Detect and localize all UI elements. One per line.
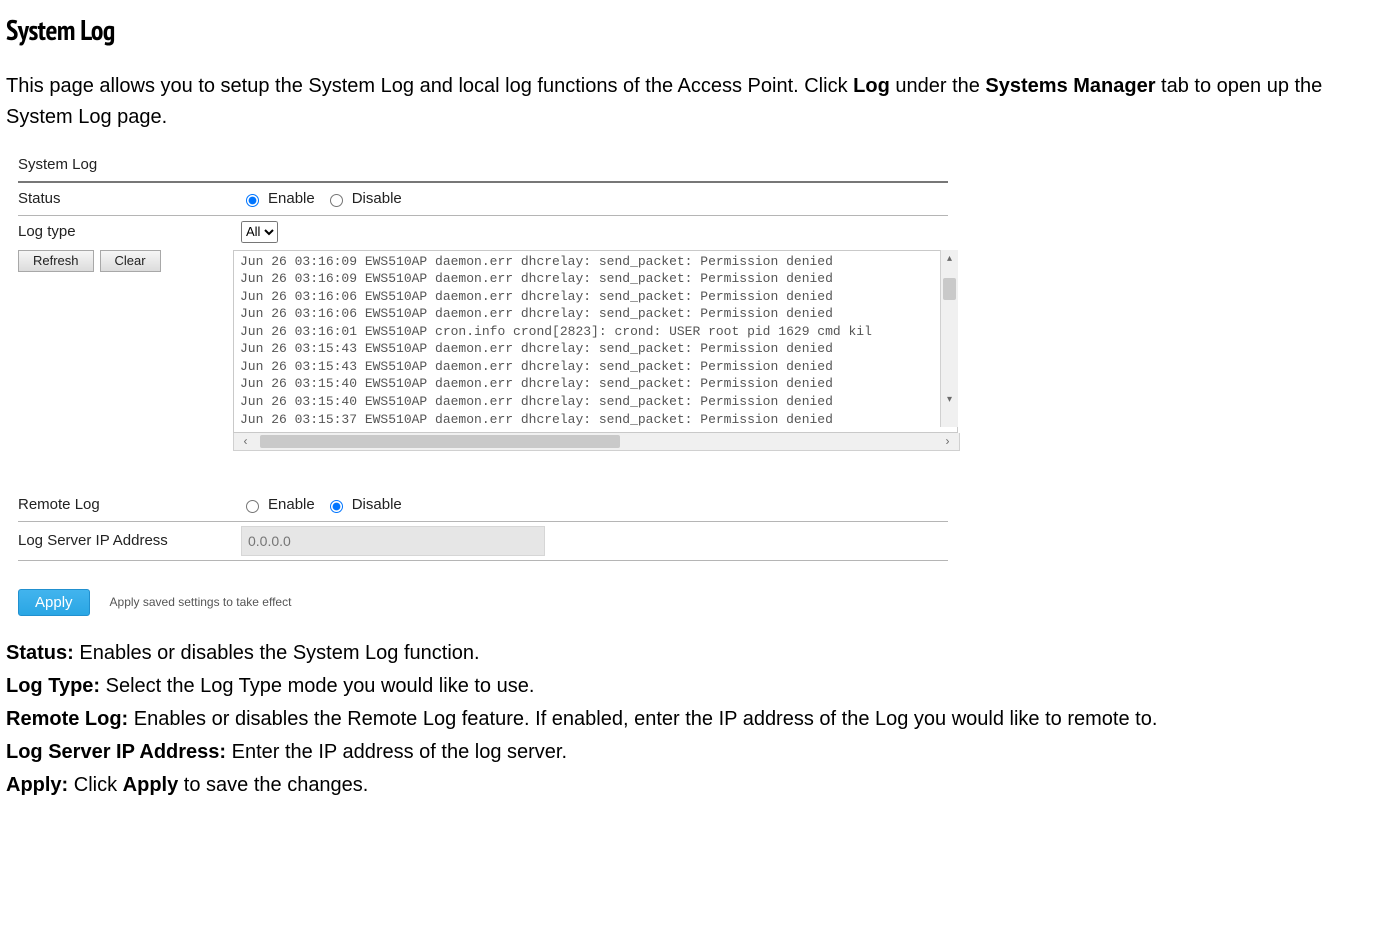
system-log-panel: System Log Status Enable Disable Log typ… <box>6 153 978 615</box>
remote-enable-text: Enable <box>268 493 315 516</box>
divider <box>18 521 948 522</box>
status-label: Status <box>18 187 233 210</box>
desc-apply-label: Apply: <box>6 774 68 796</box>
desc-apply-bold: Apply <box>123 774 179 796</box>
remote-disable-option[interactable]: Disable <box>325 493 402 516</box>
status-enable-option[interactable]: Enable <box>241 187 315 210</box>
intro-bold-log: Log <box>853 75 890 97</box>
status-disable-option[interactable]: Disable <box>325 187 402 210</box>
intro-paragraph: This page allows you to setup the System… <box>6 71 1374 133</box>
horizontal-scrollbar[interactable]: ‹ › <box>233 433 960 451</box>
page-title: System Log <box>6 8 1374 51</box>
log-server-ip-input[interactable] <box>241 526 545 556</box>
log-server-ip-label: Log Server IP Address <box>18 529 233 552</box>
desc-apply-text-2: to save the changes. <box>178 774 368 796</box>
desc-remote-text: Enables or disables the Remote Log featu… <box>128 708 1157 730</box>
vertical-scrollbar[interactable]: ▴ ▾ <box>940 250 958 427</box>
status-disable-text: Disable <box>352 187 402 210</box>
intro-text-1: This page allows you to setup the System… <box>6 75 853 97</box>
desc-remote-label: Remote Log: <box>6 708 128 730</box>
row-logtype: Log type All <box>18 218 978 246</box>
apply-button[interactable]: Apply <box>18 589 90 616</box>
desc-apply-text-1: Click <box>68 774 122 796</box>
status-enable-radio[interactable] <box>246 194 259 207</box>
intro-text-2: under the <box>890 75 986 97</box>
divider <box>18 215 948 216</box>
desc-logtype-label: Log Type: <box>6 675 100 697</box>
horizontal-scroll-thumb[interactable] <box>260 435 620 448</box>
scroll-down-icon[interactable]: ▾ <box>944 394 955 405</box>
divider <box>18 560 948 561</box>
apply-note: Apply saved settings to take effect <box>110 593 292 612</box>
desc-logtype-text: Select the Log Type mode you would like … <box>100 675 534 697</box>
logtype-select[interactable]: All <box>241 221 278 243</box>
scroll-up-icon[interactable]: ▴ <box>944 253 955 264</box>
logtype-label: Log type <box>18 220 233 243</box>
field-descriptions: Status: Enables or disables the System L… <box>6 638 1374 801</box>
section-title-system-log: System Log <box>18 153 978 176</box>
remote-disable-radio[interactable] <box>330 500 343 513</box>
divider <box>18 181 948 183</box>
row-remote-log: Remote Log Enable Disable <box>18 491 978 519</box>
desc-status-text: Enables or disables the System Log funct… <box>74 642 480 664</box>
desc-ip-text: Enter the IP address of the log server. <box>226 741 567 763</box>
intro-bold-systems-manager: Systems Manager <box>985 75 1155 97</box>
status-disable-radio[interactable] <box>330 194 343 207</box>
clear-button[interactable]: Clear <box>100 250 161 272</box>
desc-ip-label: Log Server IP Address: <box>6 741 226 763</box>
row-status: Status Enable Disable <box>18 185 978 213</box>
desc-status-label: Status: <box>6 642 74 664</box>
remote-enable-option[interactable]: Enable <box>241 493 315 516</box>
remote-enable-radio[interactable] <box>246 500 259 513</box>
remote-disable-text: Disable <box>352 493 402 516</box>
status-enable-text: Enable <box>268 187 315 210</box>
remote-log-label: Remote Log <box>18 493 233 516</box>
scroll-right-icon[interactable]: › <box>942 435 953 448</box>
scroll-left-icon[interactable]: ‹ <box>240 435 251 448</box>
log-output: Jun 26 03:16:09 EWS510AP daemon.err dhcr… <box>233 250 958 433</box>
vertical-scroll-thumb[interactable] <box>943 278 956 300</box>
row-log-server-ip: Log Server IP Address <box>18 524 978 558</box>
refresh-button[interactable]: Refresh <box>18 250 94 272</box>
